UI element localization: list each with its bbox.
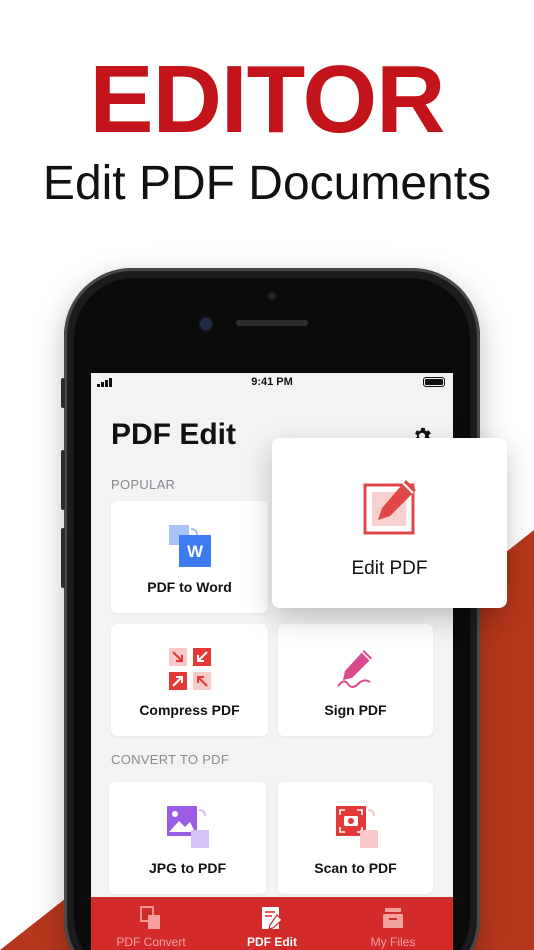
tool-label: PDF to Word	[147, 579, 232, 595]
tab-label: PDF Edit	[247, 935, 297, 949]
earpiece-speaker	[236, 320, 308, 326]
phone-volume-down	[61, 528, 65, 588]
tool-label: Compress PDF	[139, 702, 240, 718]
tool-card-jpg-to-pdf[interactable]: JPG to PDF	[109, 782, 266, 894]
tool-label: Sign PDF	[324, 702, 387, 718]
page-title: PDF Edit	[111, 418, 236, 451]
tab-my-files[interactable]: My Files	[333, 897, 453, 950]
tab-label: My Files	[370, 935, 416, 949]
tool-label: Scan to PDF	[314, 860, 397, 876]
svg-text:W: W	[187, 542, 204, 561]
battery-icon	[423, 377, 445, 387]
tool-card-pdf-to-word[interactable]: W PDF to Word	[111, 501, 268, 613]
compress-icon	[169, 648, 211, 690]
tab-label: PDF Convert	[116, 935, 186, 949]
tab-pdf-convert[interactable]: PDF Convert	[91, 897, 211, 950]
tab-pdf-edit[interactable]: PDF Edit	[212, 897, 332, 950]
section-label-convert: CONVERT TO PDF	[111, 752, 230, 767]
front-camera	[200, 318, 212, 330]
featured-card-label: Edit PDF	[351, 558, 428, 579]
section-label-popular: POPULAR	[111, 477, 176, 492]
phone-mute-switch	[61, 378, 65, 408]
scan-icon	[336, 806, 378, 848]
files-icon	[383, 908, 403, 928]
headline: EDITOR	[89, 46, 446, 153]
subheadline: Edit PDF Documents	[42, 157, 492, 210]
pdf-to-word-icon: W	[169, 525, 211, 567]
tool-card-compress-pdf[interactable]: Compress PDF	[111, 624, 268, 736]
status-bar: 9:41 PM	[91, 373, 453, 391]
signature-icon	[337, 650, 372, 688]
image-icon	[167, 806, 209, 848]
edit-pdf-icon	[363, 480, 416, 535]
featured-card-edit-pdf[interactable]: Edit PDF	[272, 438, 507, 608]
status-time: 9:41 PM	[251, 376, 293, 388]
phone-volume-up	[61, 450, 65, 510]
pdf-edit-icon	[262, 907, 283, 930]
bottom-tab-bar: PDF Convert PDF Edit My Files	[91, 897, 453, 950]
pdf-convert-icon	[140, 906, 160, 929]
tool-card-scan-to-pdf[interactable]: Scan to PDF	[278, 782, 433, 894]
tool-label: JPG to PDF	[148, 860, 226, 876]
phone-sensor	[268, 292, 276, 300]
tool-card-sign-pdf[interactable]: Sign PDF	[278, 624, 433, 736]
